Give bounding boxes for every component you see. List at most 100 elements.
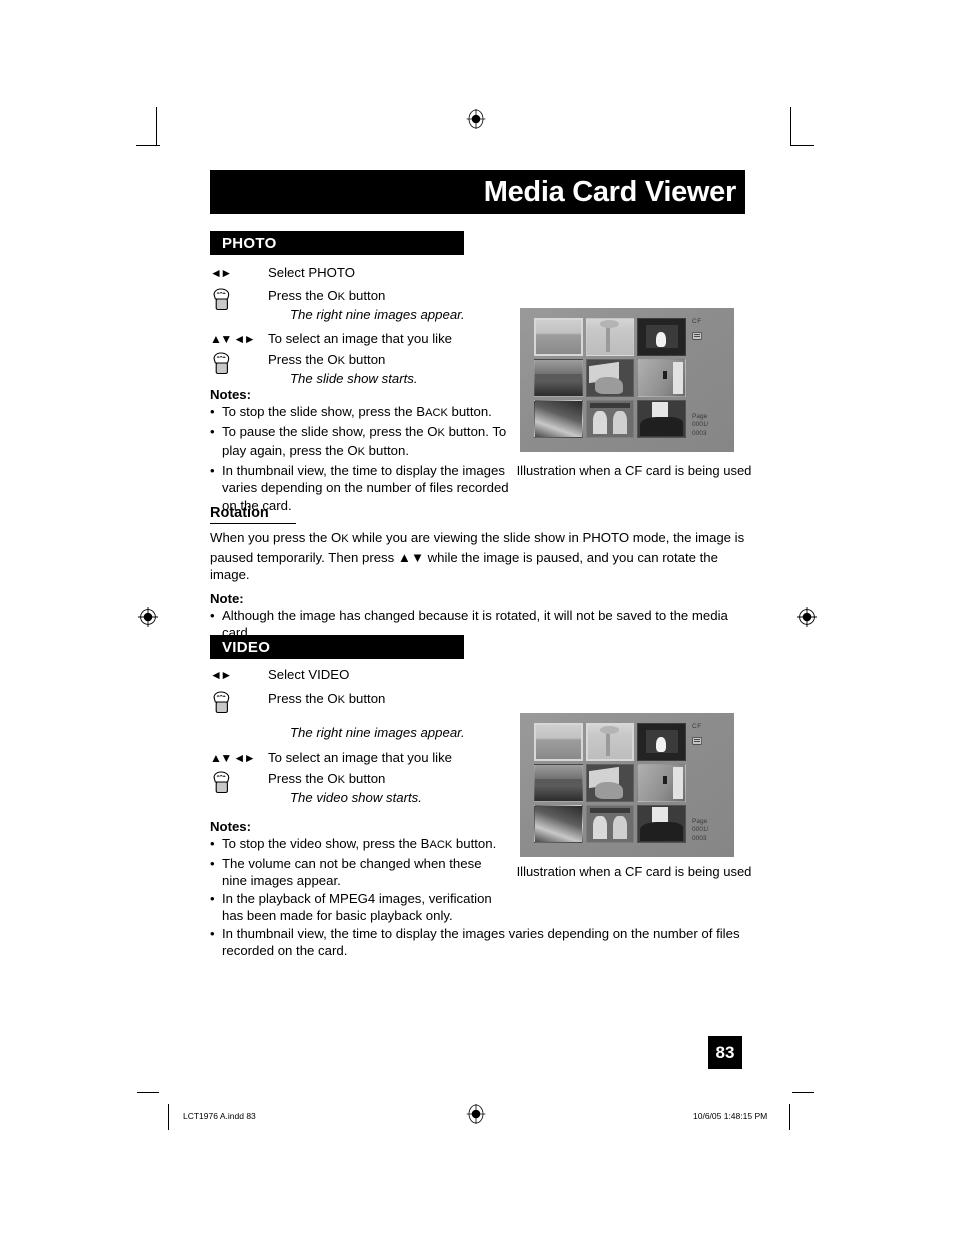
page-title-banner: Media Card Viewer (210, 170, 745, 214)
crop-mark-top-right-horizontal (790, 145, 814, 146)
photo-step-1-label: Select PHOTO (268, 265, 355, 280)
thumbnail-1[interactable] (534, 723, 583, 761)
rotation-body: When you press the OK while you are view… (210, 529, 750, 642)
four-direction-arrows-icon: ▲▼ ◄► (210, 332, 256, 346)
thumbnail-8[interactable] (585, 400, 635, 438)
bullet-icon: • (210, 890, 215, 906)
video-step-4-result: The video show starts. (290, 790, 422, 805)
thumbnail-4[interactable] (534, 764, 583, 802)
photo-step-1: ◄► Select PHOTO (210, 264, 520, 284)
card-type-label: CF (692, 723, 702, 730)
video-illustration-page-indicator: Page 0001/ 0003 (692, 818, 728, 844)
section-header-video-label: VIDEO (222, 638, 271, 656)
registration-mark-right-center (797, 607, 817, 627)
photo-step-3-label: To select an image that you like (268, 331, 452, 346)
page-indicator-label: Page (692, 412, 708, 420)
photo-step-4-label: Press the OK button (268, 352, 386, 367)
page-title: Media Card Viewer (483, 175, 737, 208)
thumbnail-9[interactable] (637, 805, 686, 843)
page-number-badge: 83 (708, 1036, 742, 1069)
thumbnail-6[interactable] (637, 359, 686, 397)
page-indicator-total: 0003 (692, 834, 707, 842)
video-illustration: CF Page 0001/ 0003 (520, 713, 734, 857)
video-step-2: Press the OK button (210, 690, 520, 716)
hand-press-icon (210, 351, 268, 377)
video-note-1: • To stop the video show, press the BACK… (210, 835, 510, 855)
video-illustration-card-label-group: CF (692, 723, 728, 749)
video-note-3-text: In the playback of MPEG4 images, verific… (222, 890, 492, 924)
photo-step-4: Press the OK button The slide show start… (210, 351, 520, 388)
rotation-heading: Rotation (210, 505, 296, 524)
video-step-4: Press the OK button The video show start… (210, 770, 520, 807)
thumbnail-9[interactable] (637, 400, 686, 438)
video-note-2: • The volume can not be changed when the… (210, 855, 510, 890)
crop-mark-bottom-right-vertical (789, 1104, 790, 1130)
page-indicator-label: Page (692, 817, 708, 825)
video-step-2-label: Press the OK button (268, 691, 386, 706)
video-step-3-label: To select an image that you like (268, 750, 452, 765)
photo-illustration: CF Page 0001/ 0003 (520, 308, 734, 452)
registration-mark-bottom-center (466, 1104, 486, 1124)
thumbnail-1[interactable] (534, 318, 583, 356)
crop-mark-top-left-vertical (156, 107, 157, 145)
page-indicator-current: 0001/ (692, 826, 709, 833)
hand-press-icon (210, 770, 268, 796)
video-note-4-text: In thumbnail view, the time to display t… (222, 925, 740, 959)
hand-press-icon (210, 690, 268, 716)
video-note-2-text: The volume can not be changed when these… (222, 855, 482, 889)
photo-step-3: ▲▼ ◄► To select an image that you like (210, 330, 520, 350)
bullet-icon: • (210, 836, 215, 851)
hand-press-icon (210, 287, 268, 313)
thumbnail-2[interactable] (585, 318, 635, 356)
photo-notes-title: Notes: (210, 387, 252, 402)
section-header-photo: PHOTO (210, 231, 464, 255)
photo-illustration-caption: Illustration when a CF card is being use… (516, 463, 752, 478)
photo-step-2-label: Press the OK button (268, 288, 386, 303)
thumbnail-3[interactable] (637, 723, 686, 761)
photo-step-2-result: The right nine images appear. (290, 307, 465, 322)
video-illustration-caption: Illustration when a CF card is being use… (516, 864, 752, 879)
video-thumbnail-grid (534, 723, 686, 843)
video-note-4: • In thumbnail view, the time to display… (210, 925, 750, 960)
thumbnail-7[interactable] (534, 805, 583, 843)
thumbnail-5[interactable] (585, 764, 635, 802)
bullet-icon: • (210, 855, 215, 871)
thumbnail-6[interactable] (637, 764, 686, 802)
video-step-1: ◄► Select VIDEO (210, 666, 520, 686)
registration-mark-left-center (138, 607, 158, 627)
video-step-3: ▲▼ ◄► To select an image that you like (210, 749, 520, 769)
card-type-label: CF (692, 318, 702, 325)
page-indicator-total: 0003 (692, 429, 707, 437)
photo-note-1: • To stop the slide show, press the BACK… (210, 403, 510, 423)
crop-mark-bottom-right-horizontal (792, 1092, 814, 1093)
thumbnail-5[interactable] (585, 359, 635, 397)
thumbnail-4[interactable] (534, 359, 583, 397)
photo-notes: Notes: • To stop the slide show, press t… (210, 386, 510, 514)
crop-mark-bottom-left-vertical (168, 1104, 169, 1130)
bullet-icon: • (210, 925, 215, 941)
section-header-video: VIDEO (210, 635, 464, 659)
photo-illustration-page-indicator: Page 0001/ 0003 (692, 413, 728, 439)
thumbnail-3[interactable] (637, 318, 686, 356)
crop-mark-top-right-vertical (790, 107, 791, 145)
memory-card-icon (692, 332, 702, 340)
thumbnail-7[interactable] (534, 400, 583, 438)
video-note-1-text: To stop the video show, press the BACK b… (222, 836, 497, 851)
photo-illustration-card-label-group: CF (692, 318, 728, 344)
thumbnail-2[interactable] (585, 723, 635, 761)
four-direction-arrows-icon: ▲▼ ◄► (210, 751, 256, 765)
bullet-icon: • (210, 423, 215, 439)
left-right-arrows-icon: ◄► (210, 668, 232, 682)
rotation-body-text: When you press the OK while you are view… (210, 530, 745, 582)
photo-step-2: Press the OK button The right nine image… (210, 287, 520, 324)
crop-mark-bottom-left-horizontal (137, 1092, 159, 1093)
crop-mark-top-left-horizontal (136, 145, 160, 146)
registration-mark-top-center (466, 109, 486, 129)
footer-file-reference: LCT1976 A.indd 83 (183, 1111, 256, 1121)
memory-card-icon (692, 737, 702, 745)
video-note-3: • In the playback of MPEG4 images, verif… (210, 890, 510, 925)
photo-note-2: • To pause the slide show, press the OK … (210, 423, 510, 462)
thumbnail-8[interactable] (585, 805, 635, 843)
bullet-icon: • (210, 404, 215, 419)
page-indicator-current: 0001/ (692, 421, 709, 428)
